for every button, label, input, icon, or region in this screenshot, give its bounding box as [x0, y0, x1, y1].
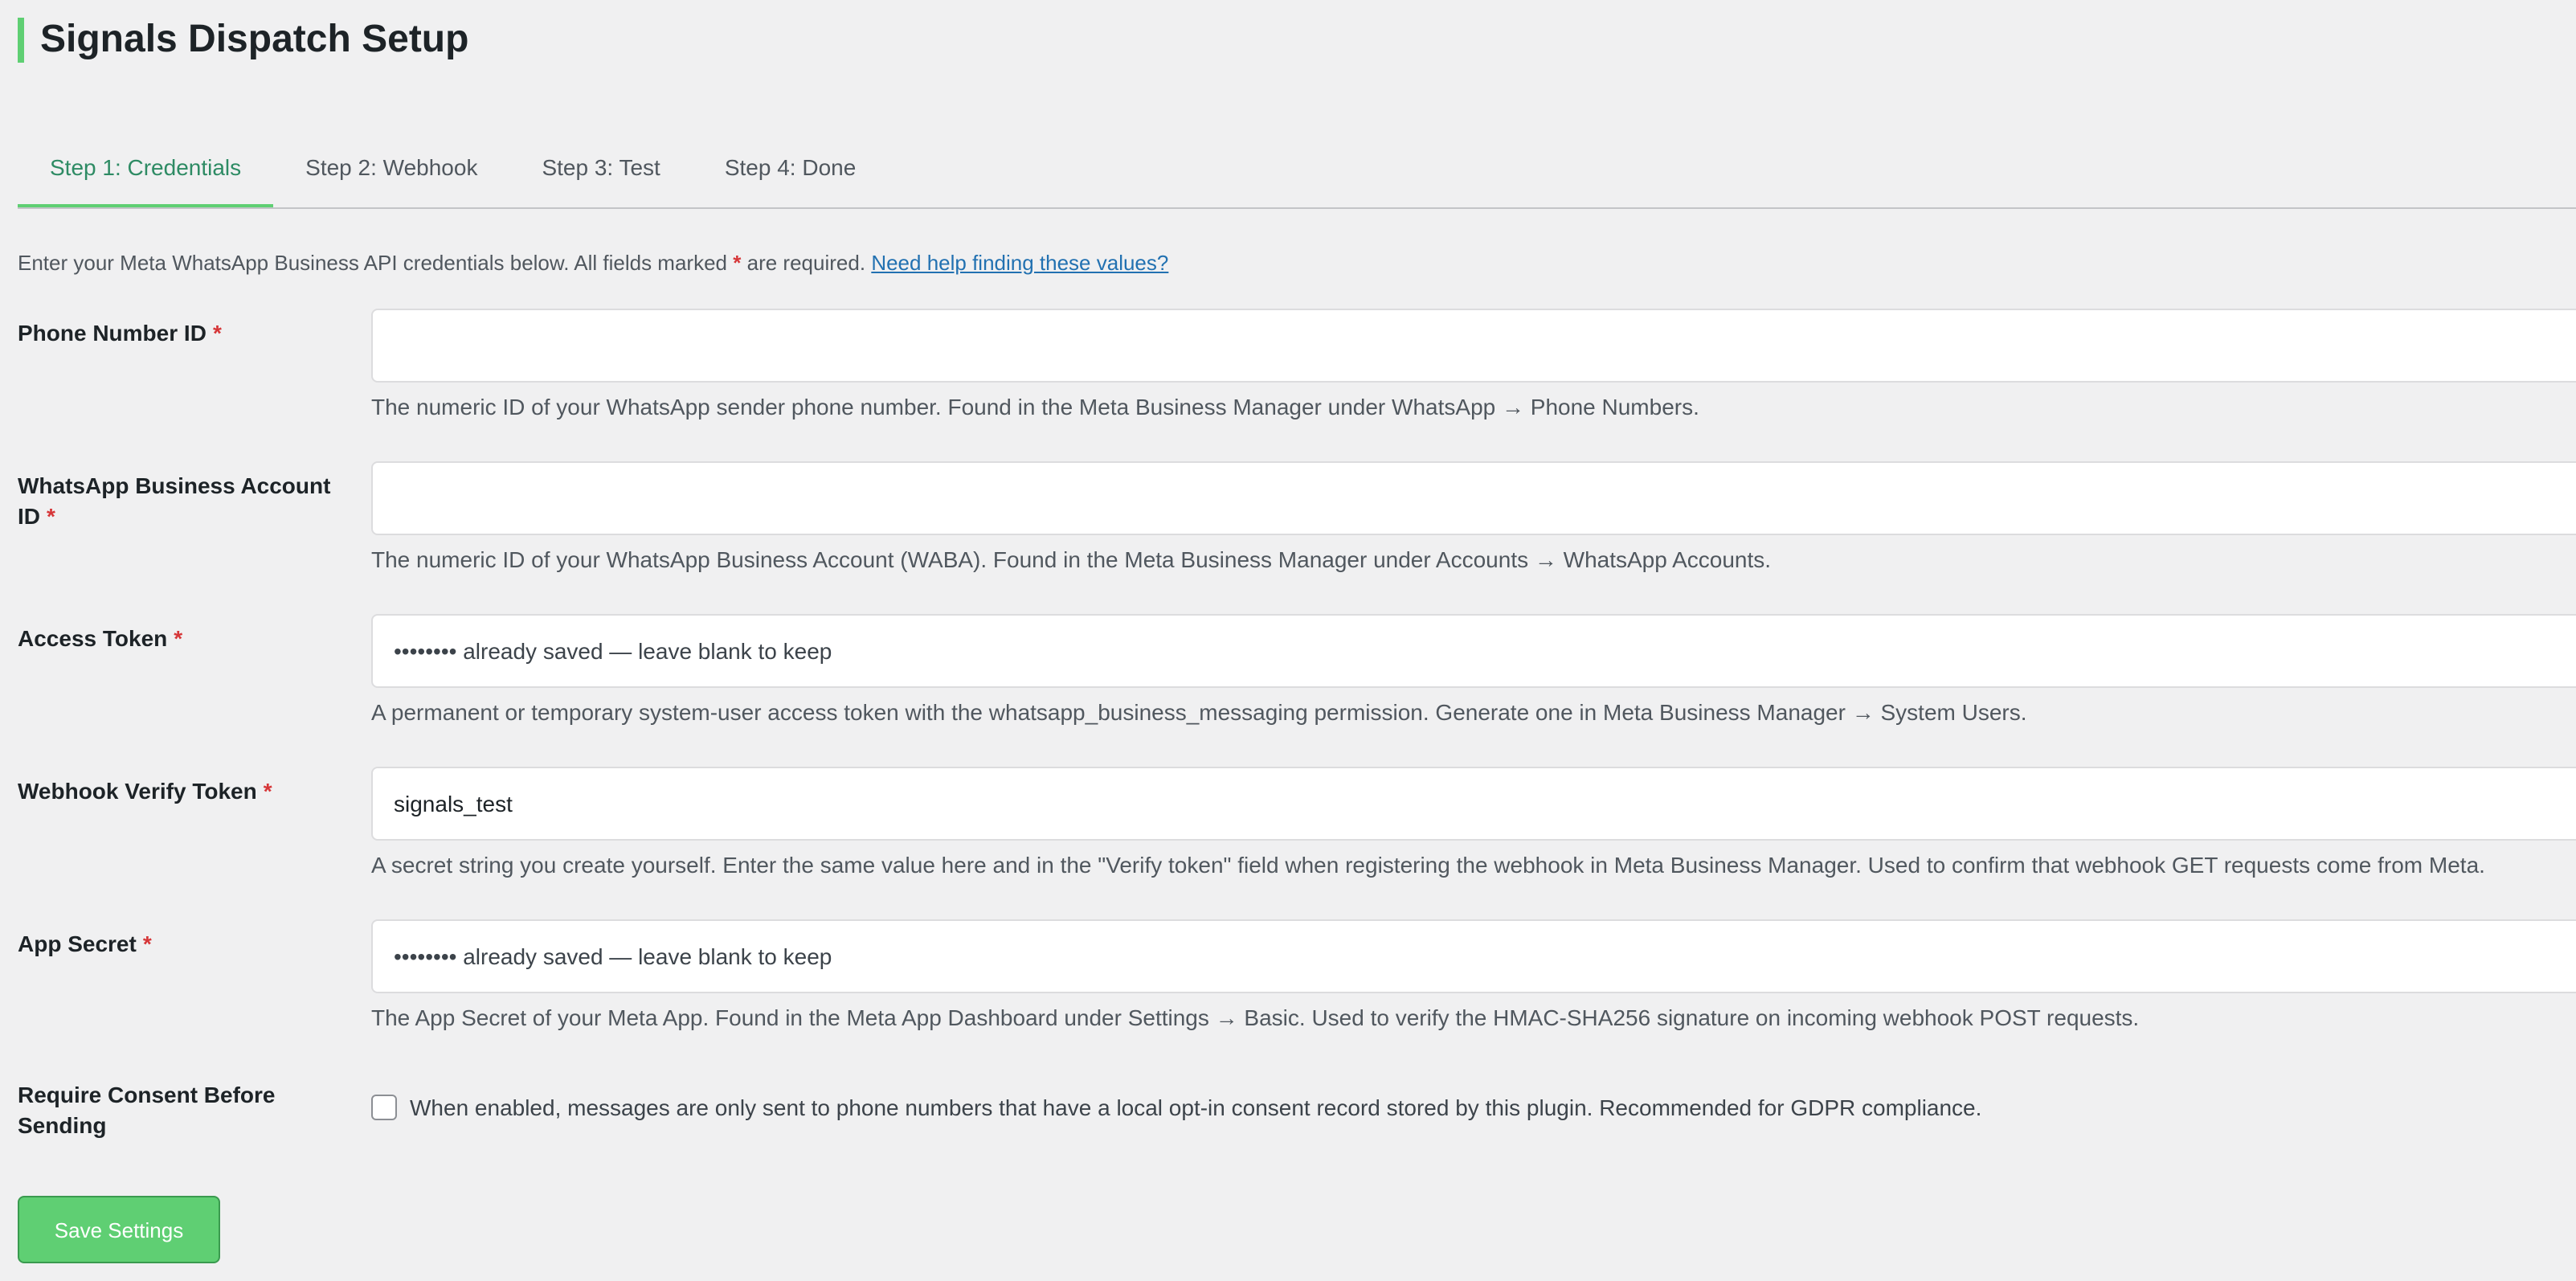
access-token-description: A permanent or temporary system-user acc… [371, 699, 2027, 725]
step-tabs: Step 1: Credentials Step 2: Webhook Step… [18, 129, 2576, 209]
app-secret-input[interactable] [371, 919, 2576, 993]
access-token-label: Access Token * [18, 624, 339, 654]
webhook-verify-token-label: Webhook Verify Token * [18, 776, 339, 807]
tab-credentials[interactable]: Step 1: Credentials [18, 129, 274, 207]
waba-id-label-text: WhatsApp Business Account ID [18, 473, 331, 529]
app-secret-label-text: App Secret [18, 931, 137, 956]
tab-done[interactable]: Step 4: Done [693, 129, 888, 207]
waba-id-input[interactable] [371, 461, 2576, 535]
required-marker: * [733, 251, 742, 275]
tab-test[interactable]: Step 3: Test [509, 129, 692, 207]
waba-id-description: The numeric ID of your WhatsApp Business… [371, 546, 1772, 572]
intro-text-after: are required. [746, 251, 866, 275]
access-token-input[interactable] [371, 614, 2576, 688]
require-consent-checkbox[interactable] [371, 1095, 397, 1120]
phone-number-id-description: The numeric ID of your WhatsApp sender p… [371, 394, 1699, 419]
required-marker: * [174, 625, 183, 651]
required-marker: * [212, 320, 222, 346]
phone-number-id-label: Phone Number ID * [18, 318, 339, 349]
require-consent-control: When enabled, messages are only sent to … [371, 1095, 1981, 1120]
required-marker: * [263, 778, 272, 804]
webhook-verify-token-description: A secret string you create yourself. Ent… [371, 852, 2485, 878]
webhook-verify-token-input[interactable] [371, 767, 2576, 841]
require-consent-description: When enabled, messages are only sent to … [410, 1095, 1982, 1120]
phone-number-id-label-text: Phone Number ID [18, 320, 206, 346]
waba-id-label: WhatsApp Business Account ID * [18, 471, 339, 532]
required-marker: * [47, 503, 55, 529]
access-token-label-text: Access Token [18, 625, 168, 651]
tab-webhook[interactable]: Step 2: Webhook [273, 129, 509, 207]
intro-text: Enter your Meta WhatsApp Business API cr… [18, 251, 1168, 276]
webhook-verify-token-label-text: Webhook Verify Token [18, 778, 257, 804]
required-marker: * [142, 931, 152, 956]
app-secret-description: The App Secret of your Meta App. Found i… [371, 1005, 2140, 1030]
phone-number-id-input[interactable] [371, 309, 2576, 383]
help-link[interactable]: Need help finding these values? [871, 251, 1168, 275]
save-settings-button[interactable]: Save Settings [18, 1196, 220, 1263]
page-title: Signals Dispatch Setup [18, 18, 468, 63]
require-consent-label: Require Consent Before Sending [18, 1082, 276, 1138]
app-secret-label: App Secret * [18, 929, 339, 960]
intro-text-before: Enter your Meta WhatsApp Business API cr… [18, 251, 727, 275]
settings-page: Signals Dispatch Setup Step 1: Credentia… [0, 0, 2576, 1281]
